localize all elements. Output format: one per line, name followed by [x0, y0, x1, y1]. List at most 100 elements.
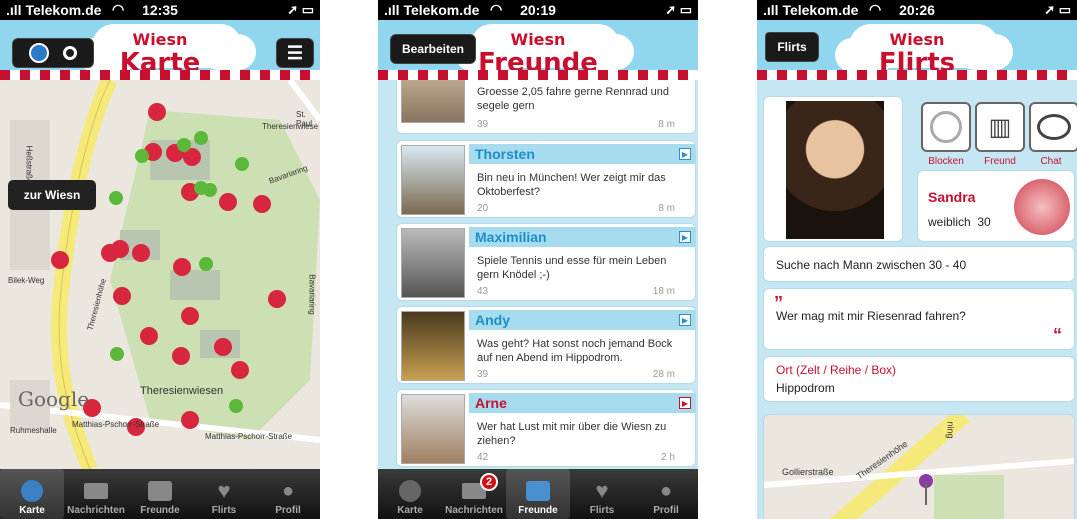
- play-arrow-icon[interactable]: ▶: [679, 397, 691, 409]
- friend-button[interactable]: ▥: [975, 102, 1025, 152]
- screen-flirts: .ıll Telekom.de ◠ 20:26 ➚ ▭ Wiesn Flirts…: [757, 0, 1077, 519]
- beer-mugs-icon: [147, 479, 173, 503]
- friend-distance: 8 m: [658, 203, 675, 214]
- map-label: Bilek-Weg: [8, 276, 45, 285]
- tab-profil[interactable]: ● Profil: [634, 469, 698, 519]
- friend-message: Was geht? Hat sonst noch jemand Bock auf…: [477, 338, 673, 364]
- block-button[interactable]: [921, 102, 971, 152]
- google-logo: Google: [18, 387, 90, 411]
- friend-distance: 28 m: [652, 369, 675, 380]
- edit-button[interactable]: Bearbeiten: [390, 34, 476, 64]
- friend-name: Maximilian: [475, 229, 547, 245]
- profile-photo: [786, 101, 884, 239]
- list-button[interactable]: ☰: [276, 38, 314, 68]
- tab-nachrichten[interactable]: Nachrichten: [64, 469, 128, 519]
- friend-name: Thorsten: [475, 146, 535, 162]
- quote-box: ” Wer mag mit mir Riesenrad fahren? “: [763, 288, 1075, 350]
- map-label: Bavariaring: [307, 274, 317, 315]
- list-item[interactable]: Thorsten ▶ Bin neu in München! Wer zeigt …: [396, 140, 696, 218]
- map-label: Matthias-Pschorr-Straße: [205, 432, 293, 441]
- profile-name: Sandra: [928, 189, 976, 205]
- map-label: Gollierstraße: [782, 467, 834, 477]
- unread-badge: 2: [480, 473, 498, 491]
- map-label: ning: [945, 421, 956, 439]
- friend-name: Arne: [475, 395, 507, 411]
- tab-bar: Karte Nachrichten Freunde ♥ Flirts ● Profi…: [0, 469, 320, 519]
- avatar: [401, 145, 465, 215]
- location-label: Ort (Zelt / Reihe / Box): [776, 363, 897, 377]
- quote-text: Wer mag mit mir Riesenrad fahren?: [776, 309, 966, 323]
- map-view[interactable]: zur Wiesn Theresienhöhe Theresienwiese T…: [0, 80, 320, 469]
- tab-karte[interactable]: Karte: [378, 469, 442, 519]
- friend-message: Spiele Tennis und esse für mein Leben ge…: [477, 255, 667, 281]
- block-icon: [930, 111, 962, 143]
- friend-distance: 18 m: [652, 286, 675, 297]
- tab-nachrichten[interactable]: Nachrichten 2: [442, 469, 506, 519]
- tab-freunde[interactable]: Freunde: [128, 469, 192, 519]
- tab-bar: Karte Nachrichten 2 Freunde ♥ Flirts ● Prof…: [378, 469, 698, 519]
- location-map[interactable]: Gollierstraße Theresienhöhe ning: [763, 414, 1075, 519]
- play-arrow-icon[interactable]: ▶: [679, 231, 691, 243]
- profile-photo-frame: [763, 96, 903, 242]
- chat-label: Chat: [1040, 156, 1062, 167]
- tab-freunde[interactable]: Freunde: [506, 469, 570, 519]
- friend-distance: 2 h: [661, 452, 675, 463]
- name-bar: Thorsten ▶: [469, 144, 695, 164]
- avatar: [401, 311, 465, 381]
- globe-icon[interactable]: [29, 43, 49, 63]
- gingerbread-heart-icon: [1014, 179, 1070, 235]
- list-icon[interactable]: ☰: [287, 43, 303, 64]
- list-item[interactable]: Arne ▶ Wer hat Lust mit mir über die Wies…: [396, 389, 696, 467]
- map-label: Theresienwiesen: [140, 385, 224, 397]
- map-label: Ruhmeshalle: [10, 426, 57, 435]
- globe-icon: [19, 479, 45, 503]
- avatar: [401, 80, 465, 123]
- friend-age: 43: [477, 286, 489, 297]
- envelope-icon: [83, 479, 109, 503]
- locate-search-button-group[interactable]: [12, 38, 94, 68]
- tab-flirts[interactable]: ♥ Flirts: [570, 469, 634, 519]
- friend-message: Wer hat Lust mit mir über die Wiesn zu z…: [477, 421, 667, 447]
- play-arrow-icon[interactable]: ▶: [679, 314, 691, 326]
- location-box: Ort (Zelt / Reihe / Box) Hippodrom: [763, 356, 1075, 402]
- person-icon: ●: [281, 479, 295, 502]
- awning-decoration: [378, 70, 698, 80]
- search-text: Suche nach Mann zwischen 30 - 40: [776, 258, 967, 272]
- screen-karte: .ıll Telekom.de ◠ 12:35 ➚ ▭ Wiesn Karte …: [0, 0, 320, 519]
- list-item[interactable]: Andy ▶ Was geht? Hat sonst noch jemand Bo…: [396, 306, 696, 384]
- heart-icon: ♥: [595, 478, 609, 503]
- list-item[interactable]: Maximilian ▶ Spiele Tennis und esse für m…: [396, 223, 696, 301]
- tab-profil[interactable]: ● Profil: [256, 469, 320, 519]
- list-item[interactable]: Groesse 2,05 fahre gerne Rennrad und seg…: [396, 80, 696, 134]
- name-bar: Maximilian ▶: [469, 227, 695, 247]
- back-button[interactable]: Flirts: [765, 32, 819, 62]
- tab-karte[interactable]: Karte: [0, 469, 64, 519]
- zur-wiesn-button[interactable]: zur Wiesn: [8, 180, 96, 210]
- search-box: Suche nach Mann zwischen 30 - 40: [763, 246, 1075, 282]
- globe-icon: [397, 479, 423, 503]
- profile-info-box: Sandra weiblich 30: [917, 170, 1075, 242]
- screen-freunde: .ıll Telekom.de ◠ 20:19 ➚ ▭ Wiesn Freund…: [378, 0, 698, 519]
- battery-icon: ➚ ▭: [287, 2, 314, 17]
- status-bar: .ıll Telekom.de ◠ 12:35 ➚ ▭: [0, 0, 320, 20]
- avatar: [401, 394, 465, 464]
- status-bar: .ıll Telekom.de ◠ 20:26 ➚ ▭: [757, 0, 1077, 20]
- tab-flirts[interactable]: ♥ Flirts: [192, 469, 256, 519]
- clock: 12:35: [142, 2, 178, 18]
- status-bar: .ıll Telekom.de ◠ 20:19 ➚ ▭: [378, 0, 698, 20]
- battery-icon: ➚ ▭: [1044, 2, 1071, 17]
- quote-close-icon: “: [1053, 325, 1062, 345]
- friends-list[interactable]: Groesse 2,05 fahre gerne Rennrad und seg…: [378, 80, 698, 469]
- search-icon[interactable]: [63, 46, 77, 60]
- beer-mugs-icon: [525, 479, 551, 503]
- person-icon: ●: [659, 479, 673, 502]
- chat-button[interactable]: [1029, 102, 1077, 152]
- clock: 20:26: [899, 2, 935, 18]
- battery-icon: ➚ ▭: [665, 2, 692, 17]
- block-label: Blocken: [928, 156, 964, 167]
- friend-age: 39: [477, 119, 489, 130]
- profile-gender-age: weiblich 30: [928, 215, 991, 229]
- play-arrow-icon[interactable]: ▶: [679, 148, 691, 160]
- friend-name: Andy: [475, 312, 510, 328]
- friend-message: Bin neu in München! Wer zeigt mir das Ok…: [477, 172, 666, 198]
